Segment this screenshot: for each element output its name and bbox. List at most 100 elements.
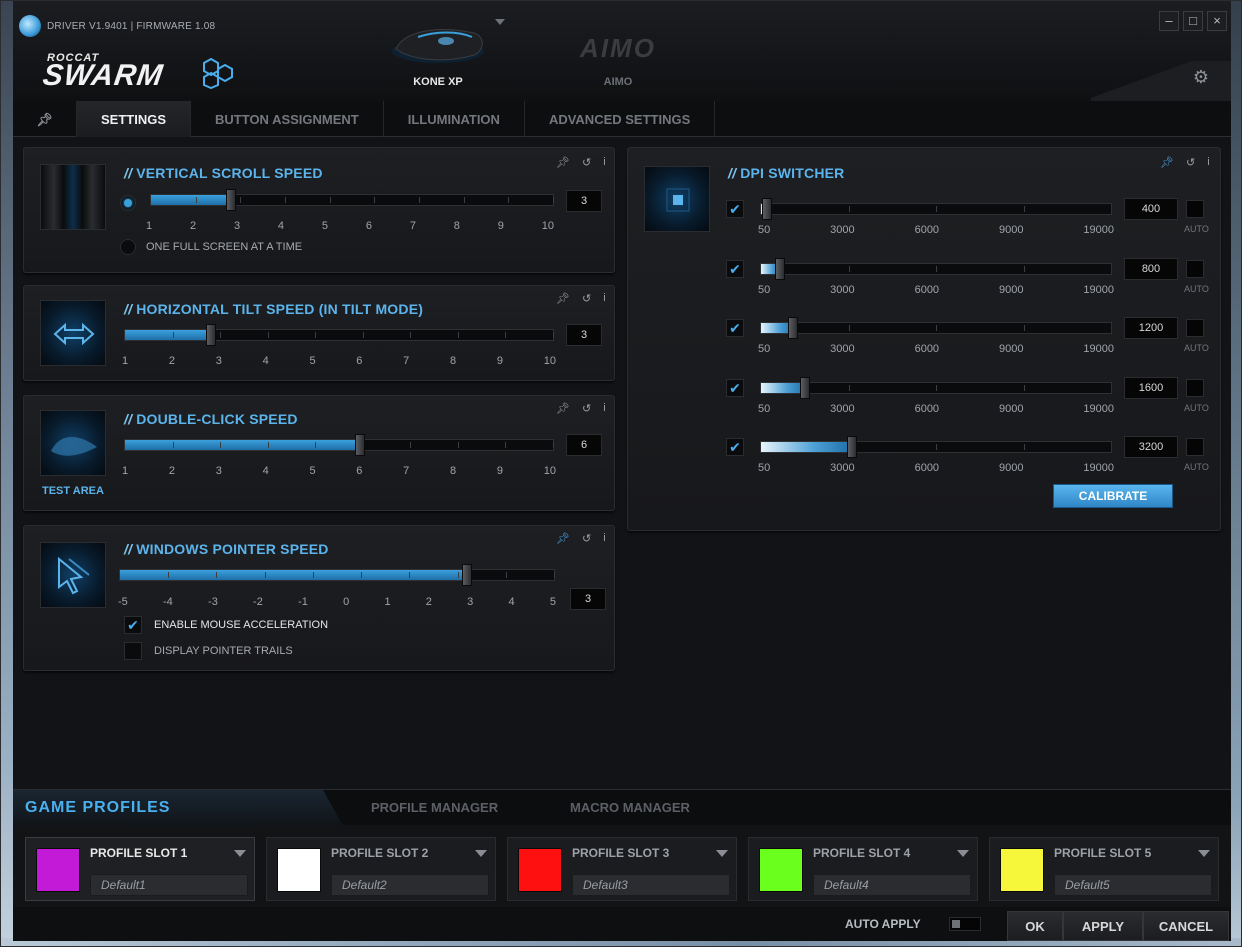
chevron-down-icon[interactable] xyxy=(1198,850,1210,857)
pin-icon[interactable]: 📌︎ xyxy=(556,532,570,545)
slider-handle[interactable] xyxy=(355,434,366,456)
gear-icon[interactable]: ⚙ xyxy=(1193,67,1209,88)
dpi-level-checkbox[interactable]: ✔ xyxy=(726,200,744,218)
pin-icon[interactable]: 📌︎ xyxy=(1160,156,1174,169)
reset-icon[interactable]: ↺ xyxy=(582,292,591,305)
profile-color-swatch[interactable] xyxy=(277,848,321,892)
slider-handle[interactable] xyxy=(226,189,237,211)
pointer-trails-checkbox[interactable] xyxy=(124,642,142,660)
dpi-auto-checkbox[interactable] xyxy=(1186,259,1204,278)
title-bar-decoration xyxy=(1091,61,1231,101)
dpi-level-slider[interactable] xyxy=(760,198,1112,220)
pointer-speed-value[interactable]: 3 xyxy=(570,588,606,610)
pointer-speed-slider[interactable] xyxy=(119,564,555,586)
dpi-level-value[interactable]: 3200 xyxy=(1124,436,1178,458)
dpi-level-checkbox[interactable]: ✔ xyxy=(726,319,744,337)
chevron-down-icon[interactable] xyxy=(475,850,487,857)
profile-color-swatch[interactable] xyxy=(1000,848,1044,892)
double-click-slider[interactable] xyxy=(124,434,554,456)
profile-color-swatch[interactable] xyxy=(36,848,80,892)
dpi-level-checkbox[interactable]: ✔ xyxy=(726,259,744,278)
double-click-value[interactable]: 6 xyxy=(566,434,602,456)
info-icon[interactable]: i xyxy=(603,532,605,545)
chevron-down-icon[interactable] xyxy=(716,850,728,857)
dpi-level-value[interactable]: 1200 xyxy=(1124,317,1178,339)
slider-handle[interactable] xyxy=(762,198,773,220)
ok-button[interactable]: OK xyxy=(1007,911,1063,941)
tab-illumination[interactable]: ILLUMINATION xyxy=(384,101,525,137)
dpi-level-slider[interactable] xyxy=(760,436,1112,458)
dpi-level-slider[interactable] xyxy=(760,376,1112,399)
chevron-down-icon[interactable] xyxy=(234,850,246,857)
slider-handle[interactable] xyxy=(205,324,216,346)
profile-color-swatch[interactable] xyxy=(518,848,562,892)
profile-color-swatch[interactable] xyxy=(759,848,803,892)
horizontal-tilt-slider[interactable] xyxy=(124,324,554,346)
auto-apply-toggle[interactable] xyxy=(949,917,981,931)
dpi-auto-checkbox[interactable] xyxy=(1186,378,1204,397)
profile-name-input[interactable]: Default4 xyxy=(813,874,971,896)
reset-icon[interactable]: ↺ xyxy=(582,532,591,545)
info-icon[interactable]: i xyxy=(603,292,605,305)
reset-icon[interactable]: ↺ xyxy=(582,402,591,415)
vertical-scroll-value[interactable]: 3 xyxy=(566,190,602,212)
pin-icon[interactable]: 📌︎ xyxy=(556,292,570,305)
dpi-level-slider[interactable] xyxy=(760,317,1112,339)
profile-name-input[interactable]: Default3 xyxy=(572,874,730,896)
dpi-level-value[interactable]: 1600 xyxy=(1124,376,1178,399)
info-icon[interactable]: i xyxy=(603,156,605,169)
maximize-button[interactable]: □ xyxy=(1183,11,1203,31)
dpi-level-checkbox[interactable]: ✔ xyxy=(726,438,744,456)
profile-name-input[interactable]: Default5 xyxy=(1054,874,1212,896)
scale-tick-label: 3 xyxy=(233,220,241,232)
slider-handle[interactable] xyxy=(787,317,798,339)
tab-pin[interactable]: 📌︎ xyxy=(13,101,77,137)
slider-handle[interactable] xyxy=(799,376,810,399)
dpi-level-value[interactable]: 400 xyxy=(1124,198,1178,220)
dpi-level-slider[interactable] xyxy=(760,257,1112,280)
slider-handle[interactable] xyxy=(462,564,473,586)
tab-profile-manager[interactable]: PROFILE MANAGER xyxy=(371,790,498,826)
full-screen-radio[interactable] xyxy=(120,239,136,255)
dpi-level-checkbox[interactable]: ✔ xyxy=(726,378,744,397)
minimize-button[interactable]: – xyxy=(1159,11,1179,31)
profile-slot-2[interactable]: PROFILE SLOT 2 Default2 xyxy=(266,837,496,901)
tab-advanced-settings[interactable]: ADVANCED SETTINGS xyxy=(525,101,716,137)
tab-button-assignment[interactable]: BUTTON ASSIGNMENT xyxy=(191,101,384,137)
enable-acceleration-checkbox[interactable]: ✔ xyxy=(124,616,142,634)
slider-handle[interactable] xyxy=(775,257,786,280)
tab-macro-manager[interactable]: MACRO MANAGER xyxy=(570,790,690,826)
pin-icon[interactable]: 📌︎ xyxy=(556,156,570,169)
tab-settings[interactable]: SETTINGS xyxy=(77,101,192,137)
dpi-auto-checkbox[interactable] xyxy=(1186,438,1204,456)
reset-icon[interactable]: ↺ xyxy=(1186,156,1195,169)
profile-slot-1[interactable]: PROFILE SLOT 1 Default1 xyxy=(25,837,255,901)
apply-button[interactable]: APPLY xyxy=(1063,911,1143,941)
scroll-speed-radio[interactable] xyxy=(120,195,136,211)
profile-name-input[interactable]: Default2 xyxy=(331,874,489,896)
pin-icon[interactable]: 📌︎ xyxy=(556,402,570,415)
profile-slot-5[interactable]: PROFILE SLOT 5 Default5 xyxy=(989,837,1219,901)
horizontal-tilt-value[interactable]: 3 xyxy=(566,324,602,346)
dpi-auto-checkbox[interactable] xyxy=(1186,200,1204,218)
profile-slot-4[interactable]: PROFILE SLOT 4 Default4 xyxy=(748,837,978,901)
device-tab-kone-xp[interactable]: KONE XP xyxy=(378,23,498,93)
vertical-scroll-slider[interactable] xyxy=(150,189,554,211)
dpi-auto-checkbox[interactable] xyxy=(1186,319,1204,337)
cancel-button[interactable]: CANCEL xyxy=(1143,911,1229,941)
tab-game-profiles[interactable]: GAME PROFILES xyxy=(13,790,343,826)
profile-slot-3[interactable]: PROFILE SLOT 3 Default3 xyxy=(507,837,737,901)
info-icon[interactable]: i xyxy=(1207,156,1209,169)
profile-name-input[interactable]: Default1 xyxy=(90,874,248,896)
reset-icon[interactable]: ↺ xyxy=(582,156,591,169)
slider-tick xyxy=(457,332,459,338)
device-dropdown-arrow-icon[interactable] xyxy=(495,19,505,25)
calibrate-button[interactable]: CALIBRATE xyxy=(1053,484,1173,508)
close-button[interactable]: × xyxy=(1207,11,1227,31)
dpi-level-value[interactable]: 800 xyxy=(1124,257,1178,280)
slider-handle[interactable] xyxy=(847,436,857,458)
chevron-down-icon[interactable] xyxy=(957,850,969,857)
device-tab-aimo[interactable]: AIMO AIMO xyxy=(558,23,678,93)
test-area-box[interactable] xyxy=(40,410,106,476)
info-icon[interactable]: i xyxy=(603,402,605,415)
